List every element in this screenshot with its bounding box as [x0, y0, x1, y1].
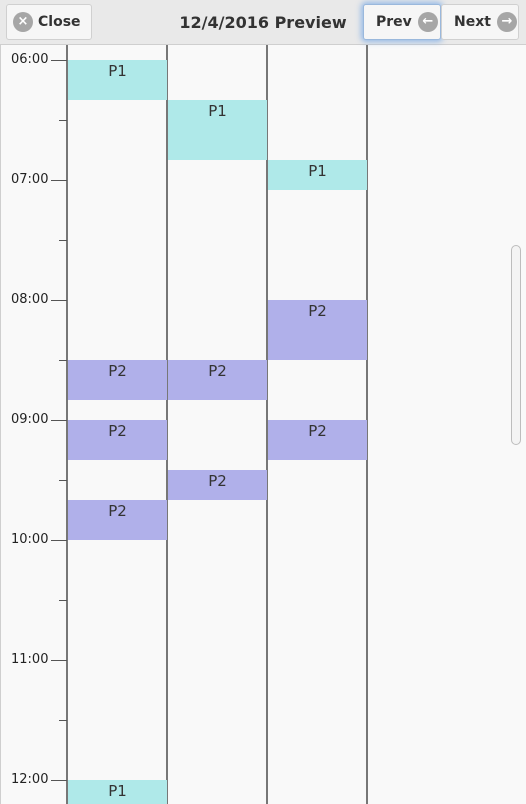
schedule-grid: 06:00 07:00 08:00 09:00 10:00 11:00 12:00 P1 P2 P… — [0, 45, 526, 804]
half-hour-tick — [59, 720, 67, 721]
hour-tick — [51, 180, 67, 181]
half-hour-tick — [59, 480, 67, 481]
arrow-left-icon: ← — [417, 12, 438, 32]
close-button[interactable]: × Close — [6, 4, 92, 40]
time-label: 07:00 — [11, 172, 49, 187]
schedule-block-p2[interactable]: P2 — [268, 420, 367, 460]
toolbar: × Close 12/4/2016 Preview Prev ← Next → — [0, 0, 526, 45]
scrollbar-thumb[interactable] — [511, 245, 521, 445]
schedule-block-p2[interactable]: P2 — [68, 360, 167, 400]
hour-tick — [51, 660, 67, 661]
time-label: 08:00 — [11, 292, 49, 307]
schedule-block-p2[interactable]: P2 — [68, 420, 167, 460]
time-label: 09:00 — [11, 412, 49, 427]
half-hour-tick — [59, 600, 67, 601]
hour-tick — [51, 300, 67, 301]
schedule-block-p2[interactable]: P2 — [168, 360, 267, 400]
close-icon: × — [13, 12, 33, 32]
time-label: 11:00 — [11, 652, 49, 667]
half-hour-tick — [59, 120, 67, 121]
schedule-block-p2[interactable]: P2 — [168, 470, 267, 500]
half-hour-tick — [59, 360, 67, 361]
schedule-block-p1[interactable]: P1 — [268, 160, 367, 190]
time-label: 06:00 — [11, 52, 49, 67]
half-hour-tick — [59, 240, 67, 241]
arrow-right-icon: → — [496, 12, 517, 32]
grid-border — [0, 45, 1, 804]
hour-tick — [51, 60, 67, 61]
hour-tick — [51, 780, 67, 781]
schedule-block-p1[interactable]: P1 — [68, 60, 167, 100]
prev-button[interactable]: Prev ← — [363, 4, 441, 40]
schedule-block-p1[interactable]: P1 — [68, 780, 167, 804]
schedule-block-p2[interactable]: P2 — [268, 300, 367, 360]
next-button-label: Next — [454, 14, 491, 30]
prev-button-label: Prev — [376, 14, 412, 30]
time-label: 12:00 — [11, 772, 49, 787]
time-label: 10:00 — [11, 532, 49, 547]
hour-tick — [51, 540, 67, 541]
page-title-text: 12/4/2016 Preview — [179, 13, 347, 32]
next-button[interactable]: Next → — [441, 4, 519, 40]
schedule-block-p2[interactable]: P2 — [68, 500, 167, 540]
close-button-label: Close — [38, 14, 81, 30]
schedule-block-p1[interactable]: P1 — [168, 100, 267, 160]
hour-tick — [51, 420, 67, 421]
